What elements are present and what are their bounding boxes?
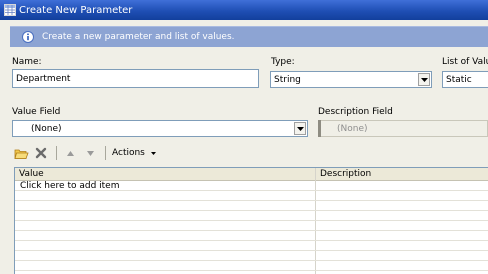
- move-down-icon[interactable]: [81, 145, 99, 161]
- list-of-values-select[interactable]: Static: [442, 71, 488, 88]
- create-parameter-dialog: Create New Parameter Create a new parame…: [0, 0, 488, 274]
- table-row[interactable]: [15, 191, 488, 201]
- actions-label: Actions: [112, 148, 145, 158]
- move-up-icon[interactable]: [61, 145, 79, 161]
- title-bar[interactable]: Create New Parameter: [0, 0, 488, 20]
- banner-text: Create a new parameter and list of value…: [42, 32, 235, 42]
- list-of-values-value: Static: [446, 74, 472, 85]
- open-folder-icon[interactable]: [12, 145, 30, 161]
- chevron-down-icon[interactable]: [418, 73, 430, 86]
- window-title: Create New Parameter: [19, 4, 133, 16]
- actions-menu-button[interactable]: Actions: [110, 148, 158, 158]
- table-row[interactable]: [15, 211, 488, 221]
- info-icon: [22, 31, 34, 43]
- delete-icon[interactable]: [32, 145, 50, 161]
- table-icon: [3, 3, 17, 17]
- column-header-description[interactable]: Description: [316, 168, 488, 180]
- name-input[interactable]: Department: [12, 69, 259, 88]
- items-toolbar: Actions: [12, 144, 158, 162]
- table-row[interactable]: [15, 251, 488, 261]
- type-value: String: [274, 74, 301, 85]
- name-label: Name:: [12, 57, 42, 67]
- values-grid: Value Description Click here to add item: [14, 167, 488, 274]
- name-value: Department: [16, 73, 71, 84]
- table-row[interactable]: Click here to add item: [15, 181, 488, 191]
- info-banner: Create a new parameter and list of value…: [10, 26, 488, 47]
- description-field-edge: [318, 120, 321, 137]
- column-header-value[interactable]: Value: [15, 168, 315, 180]
- value-field-label: Value Field: [12, 107, 61, 117]
- add-item-cell[interactable]: Click here to add item: [20, 181, 119, 191]
- table-row[interactable]: [15, 231, 488, 241]
- type-select[interactable]: String: [270, 71, 432, 88]
- description-field-label: Description Field: [318, 107, 393, 117]
- list-of-values-label: List of Valu: [442, 57, 488, 67]
- chevron-down-icon[interactable]: [294, 122, 306, 135]
- toolbar-separator: [56, 146, 57, 160]
- value-field-value: (None): [31, 123, 62, 134]
- description-field-value: (None): [337, 123, 368, 134]
- table-row[interactable]: [15, 261, 488, 271]
- dropdown-arrow-icon: [150, 151, 156, 155]
- table-row[interactable]: [15, 221, 488, 231]
- table-row[interactable]: [15, 241, 488, 251]
- type-label: Type:: [271, 57, 295, 67]
- value-field-select[interactable]: (None): [12, 120, 308, 137]
- toolbar-separator: [105, 146, 106, 160]
- table-row[interactable]: [15, 201, 488, 211]
- description-field-select: (None): [318, 120, 488, 137]
- grid-header: Value Description: [15, 168, 488, 181]
